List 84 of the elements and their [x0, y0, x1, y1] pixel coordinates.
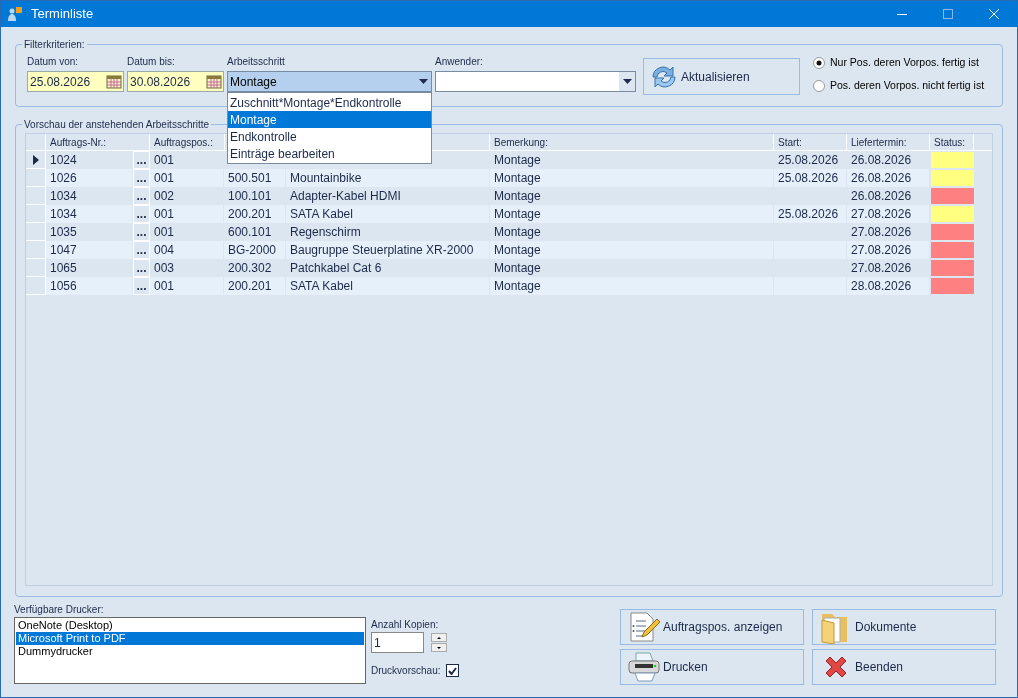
- work-step-dropdown[interactable]: Montage: [227, 71, 432, 92]
- table-cell: 25.08.2026: [774, 169, 847, 187]
- calendar-icon[interactable]: [106, 74, 122, 89]
- table-cell: 1047: [46, 241, 133, 259]
- table-cell: 1034: [46, 205, 133, 223]
- calendar-icon[interactable]: [206, 74, 222, 89]
- table-cell: BG-2000: [224, 241, 286, 259]
- table-cell: Montage: [490, 277, 774, 295]
- dropdown-arrow-icon: [418, 79, 428, 84]
- table-cell: Baugruppe Steuerplatine XR-2000: [286, 241, 490, 259]
- dropdown-arrow-icon: [622, 79, 632, 84]
- table-cell: Mountainbike: [286, 169, 490, 187]
- table-cell: SATA Kabel: [286, 205, 490, 223]
- details-button[interactable]: ...: [133, 169, 150, 187]
- window-title: Terminliste: [31, 5, 94, 24]
- printer-icon: [627, 651, 661, 683]
- dropdown-option[interactable]: Zuschnitt*Montage*Endkontrolle: [228, 94, 431, 111]
- table-cell: 001: [150, 205, 224, 223]
- document-pencil-icon: [628, 611, 660, 643]
- close-icon: [989, 9, 999, 19]
- maximize-icon: [943, 9, 953, 19]
- table-cell: 004: [150, 241, 224, 259]
- dropdown-option[interactable]: Einträge bearbeiten: [228, 145, 431, 162]
- printer-item[interactable]: Dummydrucker: [16, 645, 364, 658]
- details-button[interactable]: ...: [133, 277, 150, 295]
- table-cell: 200.201: [224, 277, 286, 295]
- column-header[interactable]: Auftragspos.:: [150, 134, 224, 150]
- details-button[interactable]: ...: [133, 223, 150, 241]
- column-header[interactable]: Bemerkung:: [490, 134, 774, 150]
- radio-option[interactable]: Nur Pos. deren Vorpos. fertig ist: [813, 55, 985, 71]
- details-button[interactable]: ...: [133, 205, 150, 223]
- field-label: Datum bis:: [127, 55, 176, 68]
- column-header[interactable]: Liefertermin:: [847, 134, 930, 150]
- spin-buttons[interactable]: [431, 633, 447, 652]
- column-header[interactable]: Auftrags-Nr.:: [46, 134, 133, 150]
- preview-checkbox[interactable]: [446, 664, 460, 677]
- table-cell: 27.08.2026: [847, 241, 930, 259]
- row-header[interactable]: [26, 151, 46, 169]
- table-cell: 1026: [46, 169, 133, 187]
- dropdown-option[interactable]: Endkontrolle: [228, 128, 431, 145]
- table-cell: SATA Kabel: [286, 277, 490, 295]
- date-field[interactable]: 30.08.2026: [127, 71, 224, 92]
- field-label: Verfügbare Drucker:: [14, 603, 105, 615]
- user-dropdown[interactable]: [435, 71, 636, 92]
- details-button[interactable]: ...: [133, 259, 150, 277]
- field-label: Arbeitsschritt: [227, 55, 286, 68]
- field-label: Anzahl Kopien:: [371, 618, 440, 630]
- refresh-button[interactable]: Aktualisieren: [643, 58, 800, 95]
- table-cell: 001: [150, 277, 224, 295]
- column-header[interactable]: Start:: [774, 134, 847, 150]
- up-arrow-icon: [437, 636, 441, 639]
- details-button[interactable]: ...: [133, 151, 150, 169]
- table-cell: 200.201: [224, 205, 286, 223]
- radio-option[interactable]: Pos. deren Vorpos. nicht fertig ist: [813, 77, 985, 94]
- dropdown-option[interactable]: Montage: [228, 111, 431, 128]
- table-cell: 28.08.2026: [847, 277, 930, 295]
- column-header[interactable]: Status:: [930, 134, 974, 150]
- down-arrow-icon: [437, 646, 441, 649]
- table-cell: Montage: [490, 241, 774, 259]
- details-button[interactable]: ...: [133, 187, 150, 205]
- current-row-icon: [32, 154, 39, 165]
- printer-item[interactable]: OneNote (Desktop): [16, 619, 364, 632]
- action-button[interactable]: Beenden: [812, 649, 996, 685]
- table-cell: Montage: [490, 169, 774, 187]
- printer-item[interactable]: Microsoft Print to PDF: [16, 632, 364, 645]
- action-button[interactable]: Auftragspos. anzeigen: [620, 609, 804, 645]
- table-cell: 001: [150, 169, 224, 187]
- table-cell: Montage: [490, 205, 774, 223]
- table-cell: 1056: [46, 277, 133, 295]
- field-label: Datum von:: [27, 55, 80, 68]
- date-field[interactable]: 25.08.2026: [27, 71, 124, 92]
- field-label: Anwender:: [435, 55, 484, 68]
- field-label: Druckvorschau:: [371, 664, 441, 678]
- table-cell: 25.08.2026: [774, 205, 847, 223]
- check-icon: [448, 666, 458, 675]
- details-button[interactable]: ...: [133, 241, 150, 259]
- action-button[interactable]: Drucken: [620, 649, 804, 685]
- minimize-icon: [897, 13, 907, 15]
- table-cell: 27.08.2026: [847, 205, 930, 223]
- app-icon: [7, 6, 23, 22]
- action-button[interactable]: Dokumente: [812, 609, 996, 645]
- copies-field[interactable]: 1: [371, 632, 424, 653]
- table-cell: 500.501: [224, 169, 286, 187]
- table-cell: 26.08.2026: [847, 169, 930, 187]
